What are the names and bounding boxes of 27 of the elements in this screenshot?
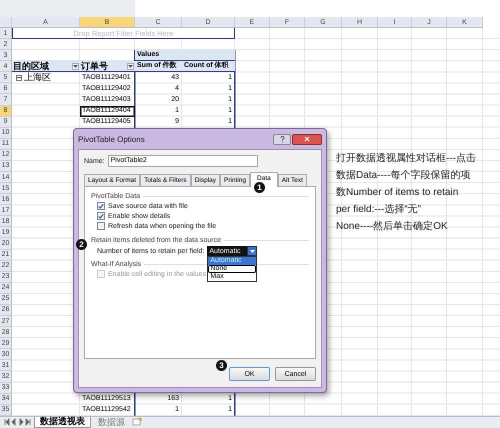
filter-button[interactable] (72, 62, 79, 70)
field-header: 订单号 (81, 60, 108, 73)
annotation-text: None----然后单击确定OK (336, 221, 449, 233)
sheet-navigation-icon[interactable] (4, 418, 32, 426)
help-button[interactable] (273, 134, 291, 144)
sheet-tab[interactable]: 数据透视表 (34, 416, 91, 428)
dropdown-button[interactable] (247, 246, 258, 256)
insert-sheet-icon[interactable] (132, 418, 142, 426)
table-cell: 上海区 (24, 71, 51, 84)
collapse-icon[interactable] (16, 74, 22, 81)
checkbox[interactable] (97, 202, 105, 210)
close-icon (304, 136, 310, 142)
caret-icon (128, 64, 133, 68)
close-button[interactable] (292, 134, 322, 144)
checkbox[interactable] (97, 222, 105, 230)
caret-icon (73, 64, 78, 68)
caret-icon (250, 250, 255, 252)
filter-button[interactable] (127, 62, 134, 70)
field-header: 目的区域 (13, 60, 49, 72)
window-title: PivotTable Options (78, 134, 145, 144)
checkbox[interactable] (97, 212, 105, 220)
annotation-text: per field:---选择“无” (336, 204, 422, 216)
annotation-text: 打开数据透视属性对话框---点击 (336, 153, 476, 165)
sheet-tab[interactable]: 数据源 (93, 416, 130, 428)
help-icon (280, 136, 284, 142)
annotation-text: 数据Data----每个字段保留的项 (336, 170, 472, 182)
annotation-text: 数Number of items to retain (336, 187, 460, 199)
